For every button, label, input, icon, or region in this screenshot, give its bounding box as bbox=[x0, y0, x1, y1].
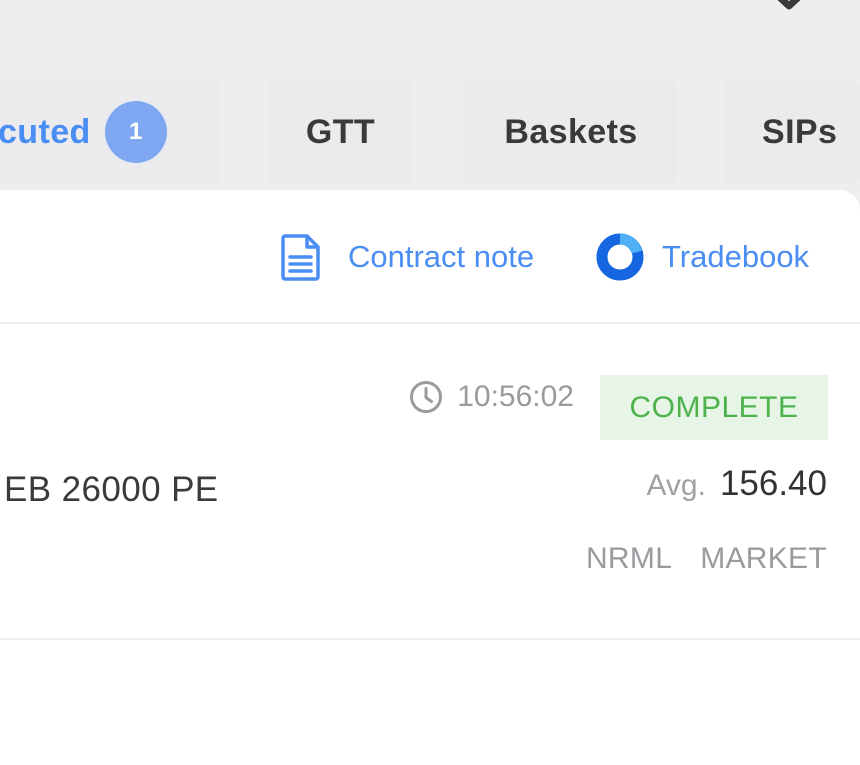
instrument-name: EB 26000 PE bbox=[4, 470, 219, 509]
tab-executed[interactable]: cuted 1 bbox=[0, 80, 220, 184]
order-meta: NRML MARKET bbox=[586, 542, 827, 576]
chevron-down-icon[interactable] bbox=[772, 0, 806, 10]
tab-baskets-label: Baskets bbox=[504, 112, 638, 151]
tab-sips-label: SIPs bbox=[762, 112, 838, 151]
order-type: MARKET bbox=[700, 542, 827, 575]
tab-baskets[interactable]: Baskets bbox=[464, 80, 678, 184]
tradebook-label: Tradebook bbox=[662, 239, 810, 274]
avg-label: Avg. bbox=[646, 469, 706, 502]
status-badge: COMPLETE bbox=[600, 375, 828, 440]
tab-gtt[interactable]: GTT bbox=[268, 80, 413, 184]
clock-icon bbox=[410, 381, 443, 413]
orders-screen: cuted 1 GTT Baskets SIPs Contract note T… bbox=[0, 0, 860, 765]
order-row[interactable]: 10:56:02 COMPLETE EB 26000 PE Avg. 156.4… bbox=[0, 324, 860, 640]
product-type: NRML bbox=[585, 542, 673, 575]
average-price: Avg. 156.40 bbox=[646, 464, 827, 504]
avg-value: 156.40 bbox=[719, 464, 827, 503]
contract-note-label: Contract note bbox=[348, 239, 535, 274]
tradebook-button[interactable]: Tradebook bbox=[596, 232, 809, 282]
contract-note-button[interactable]: Contract note bbox=[280, 232, 534, 282]
tab-executed-label: cuted bbox=[0, 112, 91, 151]
executed-orders-panel: Contract note Tradebook 10:56:02 COMPLET… bbox=[0, 190, 860, 765]
tab-bar: cuted 1 GTT Baskets SIPs bbox=[0, 80, 860, 269]
order-time: 10:56:02 bbox=[409, 380, 574, 414]
executed-count-badge: 1 bbox=[104, 101, 167, 163]
tab-sips[interactable]: SIPs bbox=[725, 80, 860, 184]
document-icon bbox=[281, 234, 320, 281]
order-time-text: 10:56:02 bbox=[457, 380, 574, 413]
donut-icon bbox=[596, 233, 644, 281]
actions-row: Contract note Tradebook bbox=[0, 190, 860, 324]
tab-gtt-label: GTT bbox=[305, 112, 376, 151]
